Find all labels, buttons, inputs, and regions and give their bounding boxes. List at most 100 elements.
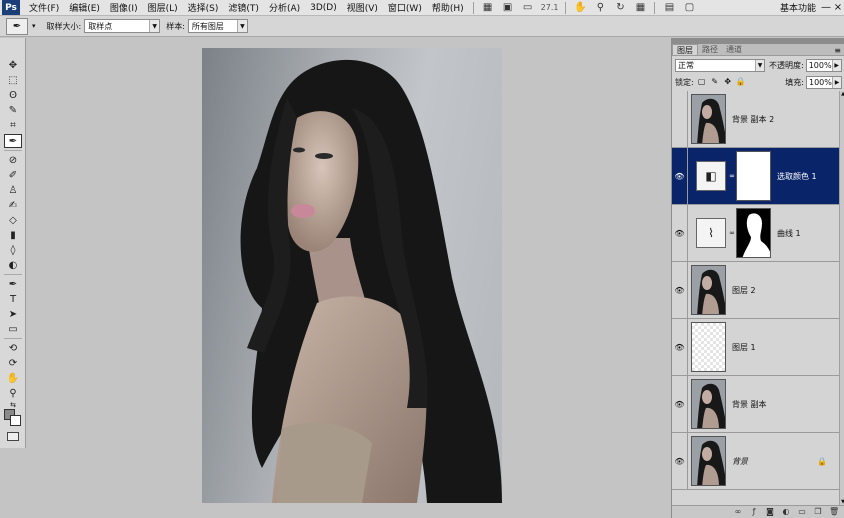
minibridge-icon[interactable]: ▣ xyxy=(501,2,515,14)
menu-layer[interactable]: 图层(L) xyxy=(143,1,183,14)
transparent-layer-thumbnail xyxy=(691,322,726,372)
hand-icon[interactable]: ✋ xyxy=(573,2,587,14)
screen-mode-icon[interactable]: ▭ xyxy=(521,2,535,14)
3d-orbit-tool-icon[interactable]: ⟳ xyxy=(4,356,22,370)
lock-transparency-icon[interactable]: ▢ xyxy=(697,77,707,87)
layer-row[interactable]: 👁 图层 2 xyxy=(672,261,839,319)
document-canvas[interactable] xyxy=(202,48,502,503)
layer-thumbnail xyxy=(691,436,726,486)
menu-3d[interactable]: 3D(D) xyxy=(305,3,342,13)
menu-image[interactable]: 图像(I) xyxy=(105,1,143,14)
sample-select[interactable]: 所有图层 ▼ xyxy=(187,19,248,33)
tab-paths[interactable]: 路径 xyxy=(698,44,722,55)
mask-link-icon[interactable]: ∞ xyxy=(728,229,736,237)
bridge-icon[interactable]: ▦ xyxy=(481,2,495,14)
new-layer-icon[interactable]: ❐ xyxy=(813,507,823,517)
clone-stamp-tool-icon[interactable]: ♙ xyxy=(4,183,22,197)
zoom-icon[interactable]: ⚲ xyxy=(593,2,607,14)
layer-row[interactable]: 👁 ⌇ ∞ 曲线 1 xyxy=(672,204,839,262)
menu-filter[interactable]: 滤镜(T) xyxy=(223,1,264,14)
delete-layer-icon[interactable]: 🗑 xyxy=(829,507,839,517)
move-tool-icon[interactable]: ✥ xyxy=(4,58,22,72)
fill-field[interactable]: 100% ▶ xyxy=(806,75,842,89)
gradient-tool-icon[interactable]: ▮ xyxy=(4,228,22,242)
pen-tool-icon[interactable]: ✒ xyxy=(4,277,22,291)
visibility-toggle[interactable]: 👁 xyxy=(672,318,688,376)
link-layers-icon[interactable]: ∞ xyxy=(733,507,743,517)
rotate-view-icon[interactable]: ↻ xyxy=(613,2,627,14)
eyedropper-preset-icon[interactable]: ✒ xyxy=(6,17,28,35)
new-group-icon[interactable]: ▭ xyxy=(797,507,807,517)
visibility-toggle[interactable]: 👁 xyxy=(672,375,688,433)
opacity-value: 100% xyxy=(808,60,832,70)
lock-position-icon[interactable]: ✥ xyxy=(723,77,733,87)
layer-style-icon[interactable]: ƒ xyxy=(749,507,759,517)
layer-row[interactable]: 👁 背景 副本 xyxy=(672,375,839,433)
blur-tool-icon[interactable]: ◊ xyxy=(4,243,22,257)
menu-edit[interactable]: 编辑(E) xyxy=(64,1,105,14)
close-button[interactable]: × xyxy=(832,2,844,13)
layers-scrollbar[interactable]: ▲ ▼ xyxy=(839,91,844,505)
shape-tool-icon[interactable]: ▭ xyxy=(4,322,22,336)
mask-link-icon[interactable]: ∞ xyxy=(728,172,736,180)
path-selection-tool-icon[interactable]: ➤ xyxy=(4,307,22,321)
visibility-toggle[interactable] xyxy=(672,90,688,148)
layer-mask-thumbnail[interactable] xyxy=(736,151,771,201)
history-brush-tool-icon[interactable]: ✍ xyxy=(4,198,22,212)
eye-icon: 👁 xyxy=(674,228,685,238)
layer-thumbnail xyxy=(691,379,726,429)
brush-tool-icon[interactable]: ✐ xyxy=(4,168,22,182)
visibility-toggle[interactable]: 👁 xyxy=(672,204,688,262)
sample-size-select[interactable]: 取样点 ▼ xyxy=(84,19,161,33)
quick-selection-tool-icon[interactable]: ✎ xyxy=(4,103,22,117)
grid-icon[interactable]: ▦ xyxy=(633,2,647,14)
eyedropper-tool-icon[interactable]: ✒ xyxy=(4,134,22,148)
chevron-down-icon: ▼ xyxy=(755,59,764,71)
dodge-tool-icon[interactable]: ◐ xyxy=(4,258,22,272)
eraser-tool-icon[interactable]: ◇ xyxy=(4,213,22,227)
visibility-toggle[interactable]: 👁 xyxy=(672,147,688,205)
hand-tool-icon[interactable]: ✋ xyxy=(4,371,22,385)
eye-icon: 👁 xyxy=(674,399,685,409)
layer-row[interactable]: 背景 副本 2 xyxy=(672,90,839,148)
layer-name: 曲线 1 xyxy=(777,228,801,238)
menu-help[interactable]: 帮助(H) xyxy=(427,1,469,14)
lock-pixels-icon[interactable]: ✎ xyxy=(710,77,720,87)
arrange-documents-icon[interactable]: ▤ xyxy=(662,2,676,14)
fill-value: 100% xyxy=(809,77,832,87)
add-mask-icon[interactable]: ◙ xyxy=(765,507,775,517)
marquee-tool-icon[interactable]: ⬚ xyxy=(4,73,22,87)
minimize-button[interactable]: — xyxy=(820,2,832,13)
menu-file[interactable]: 文件(F) xyxy=(24,1,64,14)
layer-row[interactable]: 👁 ◧ ∞ 选取颜色 1 xyxy=(672,147,839,205)
menu-select[interactable]: 选择(S) xyxy=(183,1,224,14)
crop-tool-icon[interactable]: ⌗ xyxy=(4,118,22,132)
blend-mode-value: 正常 xyxy=(678,60,694,70)
3d-rotate-tool-icon[interactable]: ⟲ xyxy=(4,341,22,355)
menu-view[interactable]: 视图(V) xyxy=(342,1,383,14)
lasso-tool-icon[interactable]: ʘ xyxy=(4,88,22,102)
panel-menu-icon[interactable]: ≡ xyxy=(834,46,844,55)
screen-mode-toggle-icon[interactable]: ▢ xyxy=(682,2,696,14)
menu-analysis[interactable]: 分析(A) xyxy=(264,1,305,14)
lock-all-icon[interactable]: 🔒 xyxy=(736,77,746,87)
background-color-swatch[interactable] xyxy=(10,415,21,426)
zoom-level[interactable]: 27.1 xyxy=(538,3,562,12)
healing-brush-tool-icon[interactable]: ⊘ xyxy=(4,153,22,167)
quick-mask-icon[interactable] xyxy=(7,432,19,441)
type-tool-icon[interactable]: T xyxy=(4,292,22,306)
opacity-field[interactable]: 100% ▶ xyxy=(805,58,842,72)
preset-dropdown-icon[interactable]: ▾ xyxy=(32,22,36,30)
blend-mode-select[interactable]: 正常 ▼ xyxy=(675,58,765,72)
scroll-up-icon[interactable]: ▲ xyxy=(840,91,844,97)
visibility-toggle[interactable]: 👁 xyxy=(672,432,688,490)
workspace-switcher[interactable]: 基本功能 xyxy=(776,1,820,14)
tab-channels[interactable]: 通道 xyxy=(722,44,746,55)
menu-window[interactable]: 窗口(W) xyxy=(383,1,427,14)
new-adjustment-layer-icon[interactable]: ◐ xyxy=(781,507,791,517)
layer-mask-thumbnail[interactable] xyxy=(736,208,771,258)
visibility-toggle[interactable]: 👁 xyxy=(672,261,688,319)
layer-row[interactable]: 👁 背景 🔒 xyxy=(672,432,839,490)
tab-layers[interactable]: 图层 xyxy=(672,44,698,55)
layer-row[interactable]: 👁 图层 1 xyxy=(672,318,839,376)
